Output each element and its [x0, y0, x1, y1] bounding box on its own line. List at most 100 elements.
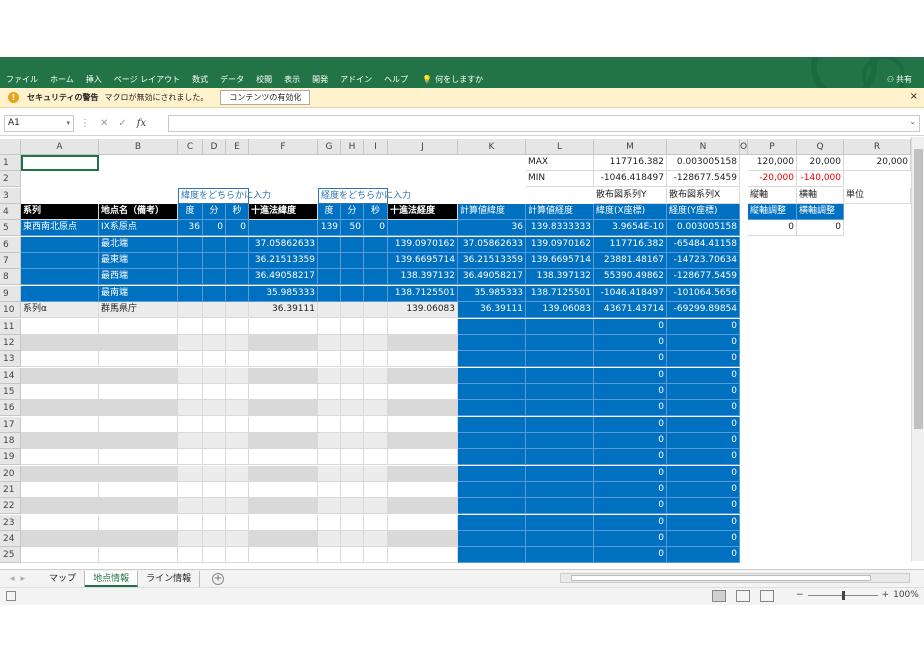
cell-P3[interactable]: 縦軸	[748, 187, 797, 204]
cancel-icon[interactable]: ✕	[100, 118, 108, 129]
ribbon-tab-8[interactable]: 開発	[306, 74, 334, 85]
cell-F6[interactable]: 37.05862633	[249, 236, 318, 253]
cell-K13[interactable]	[458, 351, 526, 368]
cell-N2[interactable]: -128677.5459	[667, 171, 740, 188]
cell-F18[interactable]	[249, 432, 318, 449]
cell-L25[interactable]	[526, 547, 594, 564]
cell-I18[interactable]	[364, 432, 388, 449]
cell-A23[interactable]	[21, 514, 99, 531]
tab-map[interactable]: マップ	[41, 570, 86, 587]
cell-M4[interactable]: 緯度(X座標)	[594, 204, 667, 221]
zoom-slider[interactable]	[807, 590, 878, 600]
cell-F25[interactable]	[249, 547, 318, 564]
row-header-22[interactable]: 22	[0, 498, 21, 515]
cell-J21[interactable]	[388, 482, 458, 498]
cell-H17[interactable]	[341, 416, 364, 433]
row-header-14[interactable]: 14	[0, 367, 21, 384]
cell-N1[interactable]: 0.003005158	[667, 155, 740, 171]
cell-I6[interactable]	[364, 236, 388, 253]
cell-G20[interactable]	[318, 465, 341, 482]
cell-M5[interactable]: 3.9654E-10	[594, 220, 667, 237]
cell-L24[interactable]	[526, 531, 594, 548]
cell-G14[interactable]	[318, 367, 341, 384]
cell-F4[interactable]: 十進法緯度	[249, 204, 318, 221]
cell-H18[interactable]	[341, 432, 364, 449]
normal-view-icon[interactable]	[712, 590, 726, 602]
cell-J15[interactable]	[388, 383, 458, 400]
cell-D5[interactable]: 0	[203, 220, 226, 237]
row-header-3[interactable]: 3	[0, 187, 21, 204]
cell-M10[interactable]: 43671.43714	[594, 302, 667, 319]
cell-J25[interactable]	[388, 547, 458, 564]
expand-formula-icon[interactable]: ⌄	[909, 117, 916, 126]
cell-N10[interactable]: -69299.89854	[667, 302, 740, 319]
cell-L11[interactable]	[526, 318, 594, 335]
cell-M1[interactable]: 117716.382	[594, 155, 667, 171]
cell-J22[interactable]	[388, 498, 458, 515]
cell-N11[interactable]: 0	[667, 318, 740, 335]
cell-E21[interactable]	[226, 482, 249, 498]
column-header-I[interactable]: I	[364, 139, 388, 155]
cell-I16[interactable]	[364, 400, 388, 417]
cell-H8[interactable]	[341, 269, 364, 286]
cell-E24[interactable]	[226, 531, 249, 548]
cell-H5[interactable]: 50	[341, 220, 364, 237]
cell-J7[interactable]: 139.6695714	[388, 253, 458, 270]
ribbon-tab-9[interactable]: アドイン	[334, 74, 378, 85]
cell-F9[interactable]: 35.985333	[249, 285, 318, 302]
cell-I10[interactable]	[364, 302, 388, 319]
cell-E19[interactable]	[226, 449, 249, 466]
row-header-21[interactable]: 21	[0, 482, 21, 498]
cell-A20[interactable]	[21, 465, 99, 482]
cell-M19[interactable]: 0	[594, 449, 667, 466]
cell-N4[interactable]: 経度(Y座標)	[667, 204, 740, 221]
cell-A10[interactable]: 系列α	[21, 302, 99, 319]
cell-L17[interactable]	[526, 416, 594, 433]
cell-J6[interactable]: 139.0970162	[388, 236, 458, 253]
row-header-1[interactable]: 1	[0, 155, 21, 171]
cell-I21[interactable]	[364, 482, 388, 498]
cell-H24[interactable]	[341, 531, 364, 548]
cell-F20[interactable]	[249, 465, 318, 482]
column-header-N[interactable]: N	[667, 139, 740, 155]
cell-M6[interactable]: 117716.382	[594, 236, 667, 253]
cell-F21[interactable]	[249, 482, 318, 498]
cell-B19[interactable]	[99, 449, 178, 466]
cell-A21[interactable]	[21, 482, 99, 498]
zoom-slider-knob[interactable]	[841, 590, 845, 600]
ribbon-tab-3[interactable]: ページ レイアウト	[108, 74, 186, 85]
cell-D20[interactable]	[203, 465, 226, 482]
cell-E5[interactable]: 0	[226, 220, 249, 237]
cell-J8[interactable]: 138.397132	[388, 269, 458, 286]
vertical-scrollbar[interactable]	[911, 137, 924, 561]
cell-L10[interactable]: 139.06083	[526, 302, 594, 319]
cell-N8[interactable]: -128677.5459	[667, 269, 740, 286]
cell-K16[interactable]	[458, 400, 526, 417]
cell-M25[interactable]: 0	[594, 547, 667, 564]
cell-F8[interactable]: 36.49058217	[249, 269, 318, 286]
cell-M13[interactable]: 0	[594, 351, 667, 368]
cell-F13[interactable]	[249, 351, 318, 368]
cell-I4[interactable]: 秒	[364, 204, 388, 221]
cell-N23[interactable]: 0	[667, 514, 740, 531]
cell-J23[interactable]	[388, 514, 458, 531]
cell-H22[interactable]	[341, 498, 364, 515]
cell-I20[interactable]	[364, 465, 388, 482]
cell-E12[interactable]	[226, 334, 249, 351]
cell-F17[interactable]	[249, 416, 318, 433]
cell-R1[interactable]: 20,000	[844, 155, 911, 171]
chevron-down-icon[interactable]: ▾	[66, 116, 70, 131]
vertical-scroll-thumb[interactable]	[914, 149, 923, 429]
cell-M16[interactable]: 0	[594, 400, 667, 417]
column-header-J[interactable]: J	[388, 139, 458, 155]
enable-content-button[interactable]: コンテンツの有効化	[220, 90, 311, 105]
cell-H12[interactable]	[341, 334, 364, 351]
horizontal-scrollbar[interactable]	[560, 573, 910, 583]
cell-J14[interactable]	[388, 367, 458, 384]
cell-K17[interactable]	[458, 416, 526, 433]
cell-B20[interactable]	[99, 465, 178, 482]
cell-A24[interactable]	[21, 531, 99, 548]
cell-C17[interactable]	[178, 416, 203, 433]
row-header-6[interactable]: 6	[0, 236, 21, 253]
cell-B18[interactable]	[99, 432, 178, 449]
